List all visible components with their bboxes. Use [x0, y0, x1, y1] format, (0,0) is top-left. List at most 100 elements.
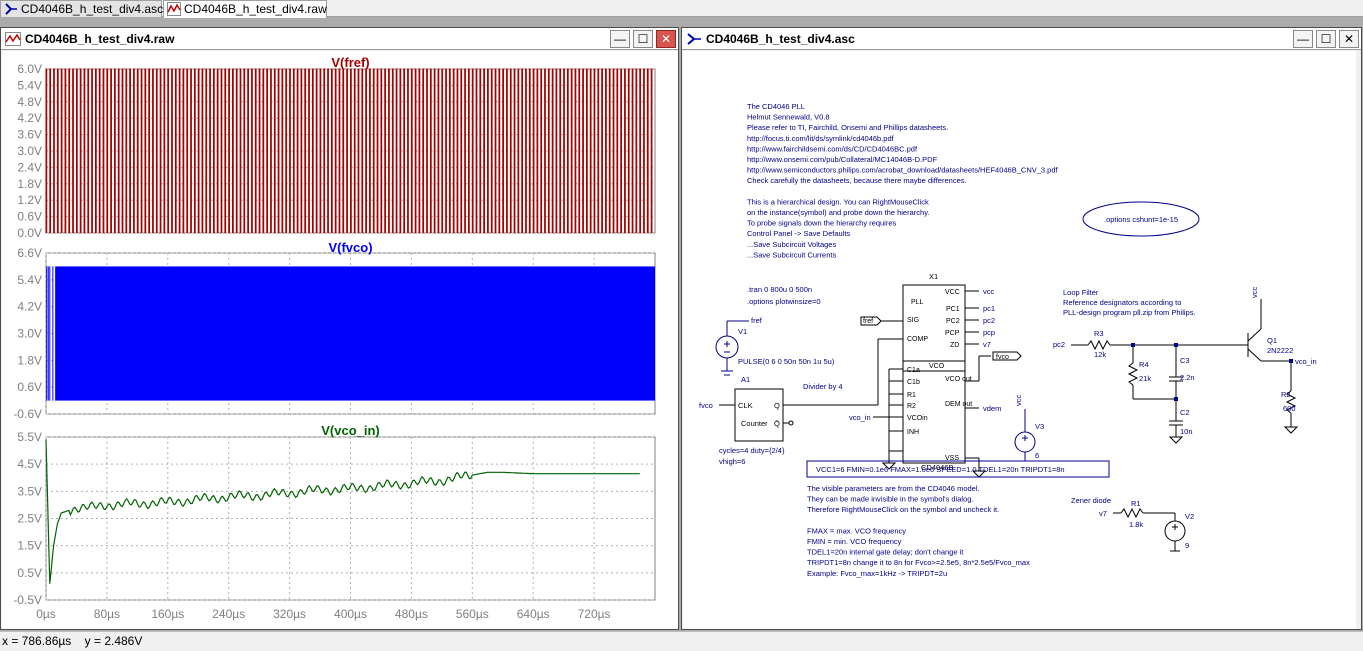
y-tick-label: 4.2V [17, 300, 42, 314]
a1-label: A1 [741, 375, 750, 384]
tab-schematic[interactable]: CD4046B_h_test_div4.asc [0, 0, 163, 17]
schematic-file-icon [5, 3, 17, 15]
comment-line[interactable]: Please refer to TI, Fairchild, Onsemi an… [747, 123, 948, 132]
c3-value[interactable]: 2.2n [1180, 373, 1195, 382]
counter-cycles[interactable]: cycles=4 duty={2/4} [719, 446, 785, 455]
counter-name: Counter [741, 419, 768, 428]
comment-line[interactable]: They can be made invisible in the symbol… [807, 495, 974, 504]
comment-line[interactable]: This is a hierarchical design. You can R… [747, 197, 929, 206]
x-tick-label: 560µs [456, 607, 489, 621]
comment-line[interactable]: Check carefully the datasheets, because … [747, 176, 967, 185]
comment-line[interactable]: FMIN = min. VCO frequency [807, 537, 902, 546]
header-comments: The CD4046 PLL Helmut Sennewald, V0.8Plea… [747, 102, 1059, 259]
params-text[interactable]: VCC1=6 FMIN=0.1e6 FMAX=1.0e6 SPEED=1.0 T… [816, 465, 1065, 474]
close-button[interactable]: ✕ [656, 30, 676, 48]
comment-line[interactable]: Helmut Sennewald, V0.8 [747, 113, 830, 122]
comment-line[interactable]: http://www.fairchildsemi.com/ds/CD/CD404… [747, 144, 918, 153]
comment-line[interactable]: http://www.onsemi.com/pub/Collateral/MC1… [747, 155, 937, 164]
y-tick-label: 2.4V [17, 160, 42, 174]
svg-text:vcc: vcc [983, 287, 995, 296]
ic-right-pins: VCC PC1 PC2 PCP ZD VCO out DEM out VSS V… [929, 289, 972, 462]
comment-line[interactable]: Example: Fvco_max=1kHz -> TRIPDT=2u [807, 569, 947, 578]
trace-fvco[interactable] [55, 266, 655, 401]
minimize-button[interactable]: — [1293, 30, 1313, 48]
y-tick-label: 4.2V [17, 111, 42, 125]
waveform-window-titlebar[interactable]: CD4046B_h_test_div4.raw — ☐ ✕ [1, 28, 678, 50]
tran-directive[interactable]: .tran 0 800u 0 500n [747, 285, 812, 294]
v1-value[interactable]: PULSE(0 6 0 50n 50n 1u 5u) [738, 357, 835, 366]
svg-text:PC1: PC1 [946, 306, 960, 313]
comment-line[interactable]: TDEL1=20n internal gate delay; don't cha… [807, 548, 964, 557]
plot-pane-fvco[interactable]: 6.6V 5.4V 4.2V 3.0V 1.8V 0.6V -0.6V V(fvco) [13, 240, 656, 421]
comment-line[interactable]: FMAX = max. VCO frequency [807, 526, 906, 535]
q1-label: Q1 [1267, 336, 1277, 345]
y-tick-label: 3.5V [17, 484, 42, 498]
schematic-drawing[interactable]: The CD4046 PLL Helmut Sennewald, V0.8Plea… [683, 51, 1356, 629]
svg-text:R2: R2 [907, 403, 916, 410]
comment-line[interactable]: on the instance(symbol) and probe down t… [747, 208, 929, 217]
trace-title[interactable]: V(fvco) [328, 240, 372, 255]
close-button[interactable]: ✕ [1339, 30, 1359, 48]
svg-text:COMP: COMP [907, 336, 928, 343]
minimize-button[interactable]: — [610, 30, 630, 48]
trace-title[interactable]: V(fref) [331, 55, 369, 70]
plot-pane-vco-in[interactable]: 5.5V 4.5V 3.5V 2.5V 1.5V 0.5V -0.5V V(vco_in) [13, 423, 656, 607]
comment-line[interactable]: Control Panel -> Save Defaults [747, 229, 850, 238]
plot-pane-fref[interactable]: 6.0V 5.4V 4.8V 4.2V 3.6V 3.0V 2.4V 1.8V 1.2V 0.6V… [17, 55, 656, 240]
fvco-flag-label: fvco [996, 354, 1009, 361]
counter-vhigh[interactable]: vhigh=6 [719, 457, 745, 466]
svg-text:DEM out: DEM out [945, 401, 972, 408]
options-cshunt[interactable]: .options cshunt=1e-15 [1104, 215, 1178, 224]
y-tick-label: -0.6V [13, 407, 42, 421]
v2-value[interactable]: 9 [1185, 541, 1189, 550]
qbar-pin: Q̄ [774, 419, 780, 428]
maximize-button[interactable]: ☐ [633, 30, 653, 48]
y-tick-label: 1.2V [17, 193, 42, 207]
v3-value[interactable]: 6 [1035, 451, 1039, 460]
loop-filter-network[interactable] [1071, 299, 1299, 444]
comment-line[interactable]: http://www.semiconductors.philips.com/ac… [747, 166, 1059, 175]
comment-line[interactable]: To probe signals down the hierarchy requ… [747, 219, 896, 228]
v3-label: V3 [1035, 422, 1044, 431]
tab-waveform[interactable]: CD4046B_h_test_div4.raw [163, 0, 327, 18]
vco-in-net-label: vco_in [1295, 357, 1317, 366]
maximize-button[interactable]: ☐ [1316, 30, 1336, 48]
schematic-window: CD4046B_h_test_div4.asc — ☐ ✕ The CD4046… [681, 27, 1362, 630]
schematic-window-titlebar[interactable]: CD4046B_h_test_div4.asc — ☐ ✕ [682, 28, 1361, 50]
x-tick-label: 640µs [517, 607, 550, 621]
svg-text:ZD: ZD [950, 342, 959, 349]
svg-text:VCC: VCC [945, 289, 960, 296]
comment-line[interactable]: The CD4046 PLL [747, 102, 805, 111]
plot-area[interactable]: 6.0V 5.4V 4.8V 4.2V 3.6V 3.0V 2.4V 1.8V 1.2V 0.6V… [2, 51, 678, 629]
c2-value[interactable]: 10n [1180, 427, 1193, 436]
r4-value[interactable]: 21k [1139, 374, 1151, 383]
q1-value[interactable]: 2N2222 [1267, 346, 1293, 355]
waveform-window-title: CD4046B_h_test_div4.raw [25, 32, 175, 46]
r3-value[interactable]: 12k [1094, 350, 1106, 359]
x-tick-label: 400µs [334, 607, 367, 621]
trace-title[interactable]: V(vco_in) [321, 423, 380, 438]
schematic-canvas[interactable]: The CD4046 PLL Helmut Sennewald, V0.8 Plea… [683, 51, 1356, 629]
v3-source[interactable] [1014, 409, 1036, 462]
svg-text:pc1: pc1 [983, 304, 995, 313]
comment-line[interactable]: ...Save Subcircuit Currents [747, 250, 836, 259]
r2-value[interactable]: 600 [1283, 404, 1296, 413]
zener-circuit[interactable] [1113, 507, 1186, 552]
x-tick-label: 0µs [36, 607, 56, 621]
comment-line[interactable]: The visible parameters are from the CD40… [807, 484, 980, 493]
y-tick-label: 1.5V [17, 539, 42, 553]
plotwinsize-directive[interactable]: .options plotwinsize=0 [747, 297, 821, 306]
svg-text:pc2: pc2 [983, 316, 995, 325]
r1-value[interactable]: 1.8k [1129, 520, 1143, 529]
c3-label: C3 [1180, 356, 1190, 365]
comment-line[interactable]: TRIPDT1=8n change it to 8n for Fvco>=2.5… [807, 558, 1030, 567]
net-v7-label: v7 [1099, 509, 1107, 518]
status-bar: x = 786.86µs y = 2.486V [0, 631, 1363, 651]
v1-label: V1 [738, 327, 747, 336]
comment-line[interactable]: ...Save Subcircuit Voltages [747, 240, 836, 249]
junction [1131, 343, 1135, 347]
waveform-plots[interactable]: 6.0V 5.4V 4.8V 4.2V 3.6V 3.0V 2.4V 1.8V 1.2V 0.6V… [2, 51, 678, 629]
comment-line[interactable]: Therefore RightMouseClick on the symbol … [807, 505, 999, 514]
cd4046b-ic[interactable] [873, 284, 991, 478]
comment-line[interactable]: http://focus.ti.com/lit/ds/symlink/cd404… [747, 134, 895, 143]
